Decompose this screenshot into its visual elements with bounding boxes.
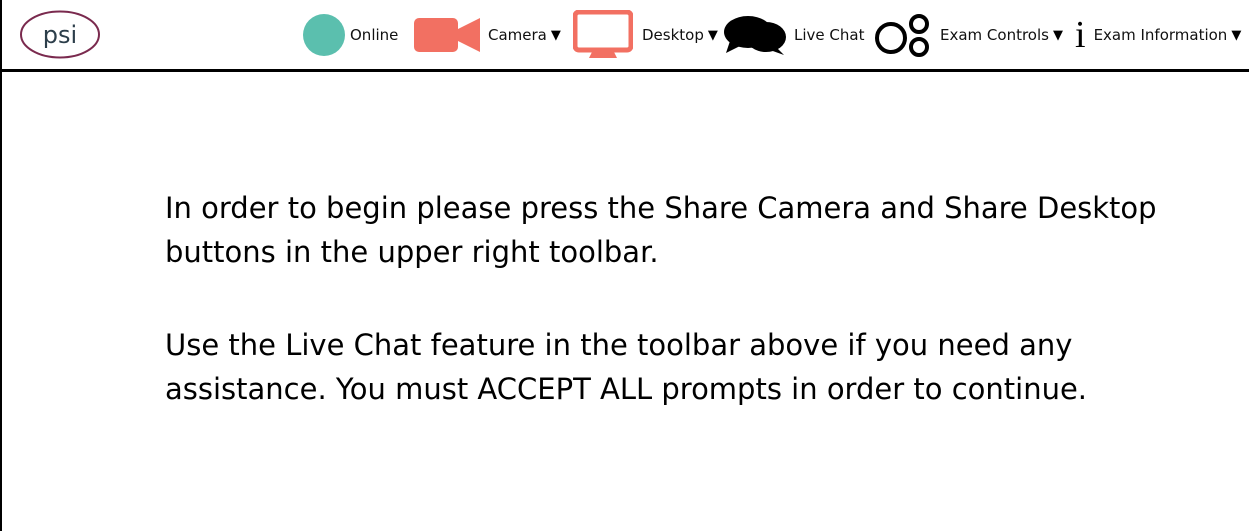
monitor-icon — [573, 10, 633, 58]
desktop-dropdown-caret[interactable]: ▼ — [708, 28, 718, 43]
exam-controls-button[interactable]: Exam Controls ▼ — [874, 0, 1063, 70]
exam-information-label: Exam Information — [1093, 26, 1228, 44]
chat-bubbles-icon — [724, 16, 786, 55]
online-status: Online — [303, 0, 398, 70]
status-circle-icon — [303, 14, 345, 56]
exam-information-button[interactable]: i Exam Information ▼ — [1075, 0, 1241, 70]
controls-circles-icon — [875, 14, 929, 57]
exam-window: psi Online Camera ▼ Desktop ▼ Live Chat … — [0, 0, 1249, 531]
camera-button[interactable]: Camera ▼ — [414, 0, 561, 70]
top-toolbar: psi Online Camera ▼ Desktop ▼ Live Chat … — [2, 0, 1249, 72]
desktop-button[interactable]: Desktop ▼ — [573, 0, 718, 70]
exam-information-dropdown-caret[interactable]: ▼ — [1231, 28, 1241, 43]
instruction-paragraph-share: In order to begin please press the Share… — [165, 191, 1157, 269]
instruction-paragraph-chat: Use the Live Chat feature in the toolbar… — [165, 328, 1088, 406]
video-camera-icon — [414, 18, 480, 52]
desktop-label: Desktop — [642, 26, 704, 44]
online-label: Online — [350, 26, 399, 44]
camera-dropdown-caret[interactable]: ▼ — [551, 28, 561, 43]
exam-controls-dropdown-caret[interactable]: ▼ — [1053, 28, 1063, 43]
live-chat-button[interactable]: Live Chat — [724, 0, 864, 70]
live-chat-label: Live Chat — [794, 26, 865, 44]
psi-logo: psi — [20, 10, 100, 59]
instructions-panel: In order to begin please press the Share… — [165, 186, 1165, 460]
exam-controls-label: Exam Controls — [940, 26, 1049, 44]
logo-text: psi — [43, 21, 77, 49]
camera-label: Camera — [488, 26, 547, 44]
info-icon: i — [1075, 14, 1086, 56]
